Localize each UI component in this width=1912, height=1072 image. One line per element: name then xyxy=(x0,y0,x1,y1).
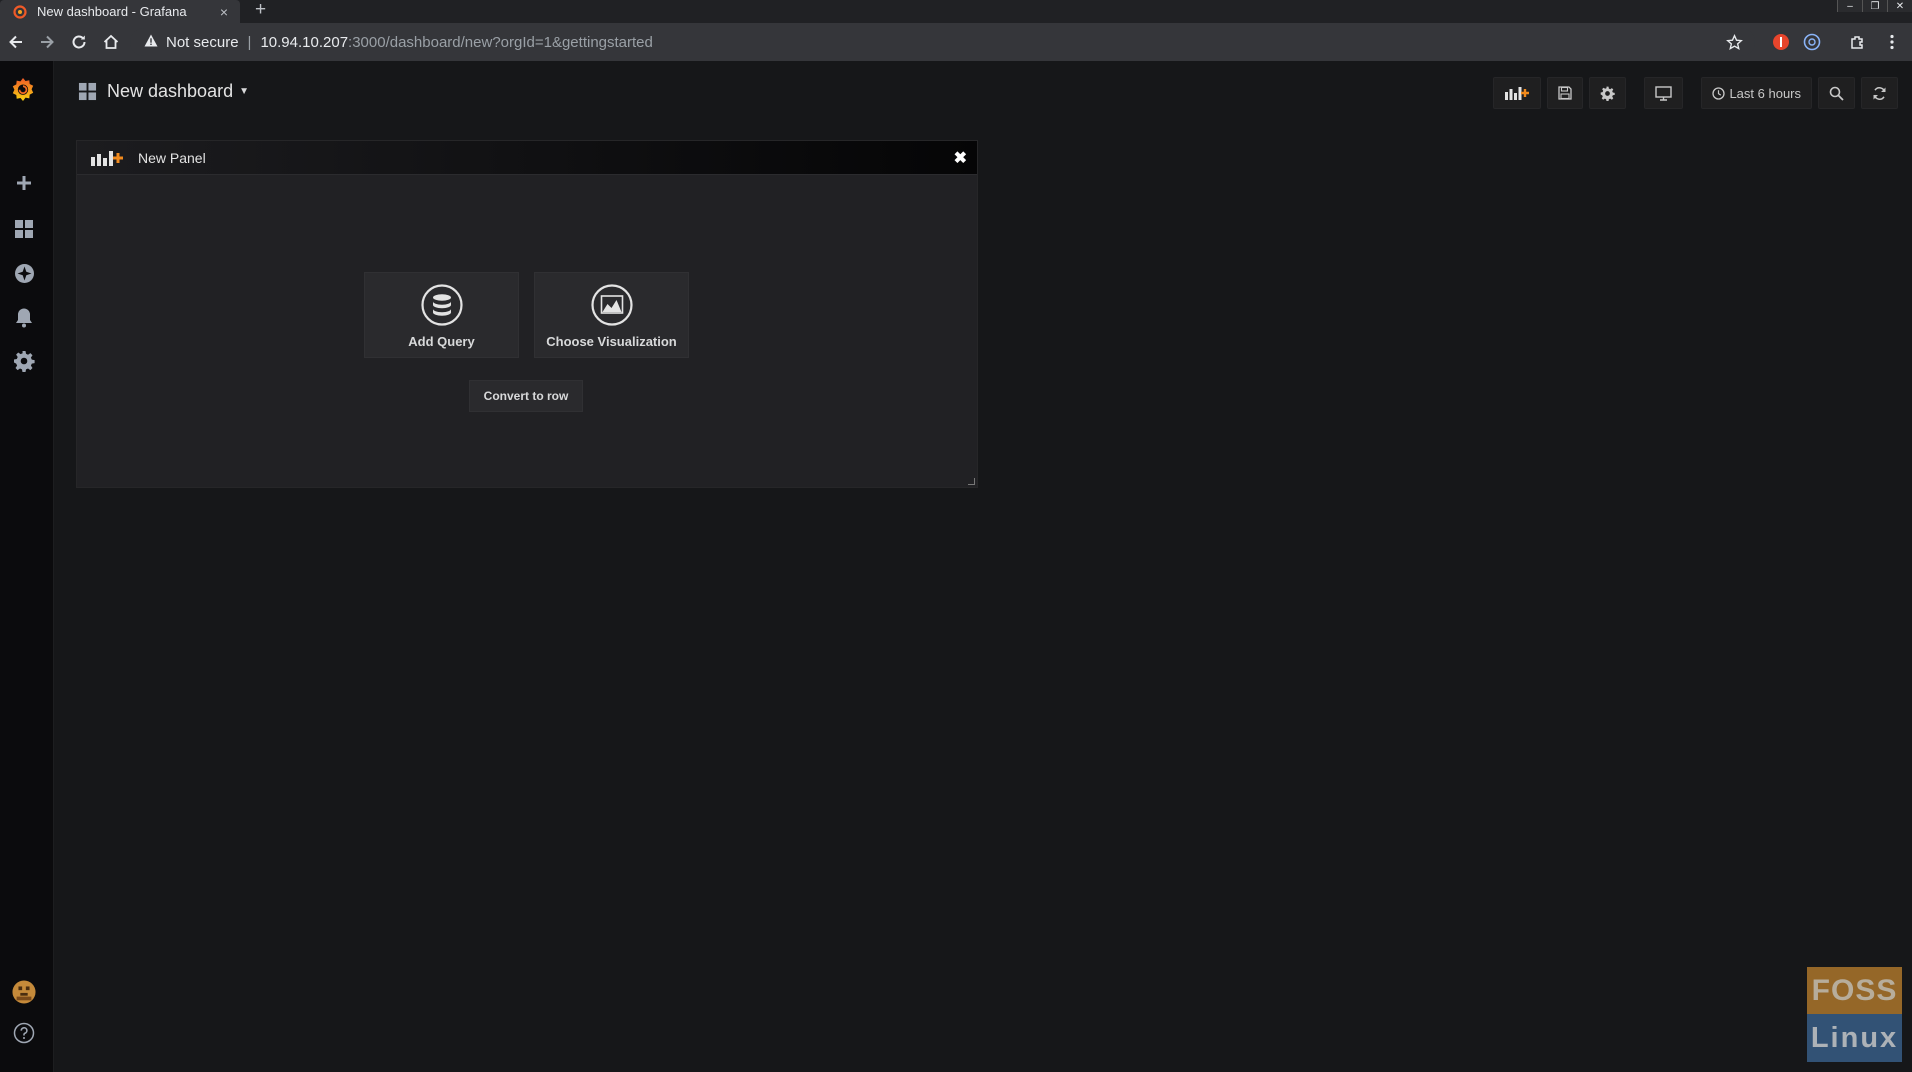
grafana-logo-icon[interactable] xyxy=(8,75,38,105)
create-plus-icon[interactable] xyxy=(12,171,36,195)
extension-red-shield-icon[interactable] xyxy=(1772,33,1790,51)
convert-to-row-button[interactable]: Convert to row xyxy=(469,380,583,412)
extension-grammar-icon[interactable] xyxy=(1803,33,1821,51)
dashboard-title: New dashboard xyxy=(107,81,234,101)
zoom-out-button[interactable] xyxy=(1818,77,1855,109)
panel-title: New Panel xyxy=(138,149,206,166)
back-arrow-icon[interactable] xyxy=(6,32,26,52)
watermark-top: FOSS xyxy=(1807,967,1902,1014)
window-controls: – ❐ ✕ xyxy=(1837,0,1912,12)
add-panel-button[interactable] xyxy=(1493,77,1542,109)
user-avatar[interactable] xyxy=(12,980,36,1004)
database-icon xyxy=(420,284,463,326)
time-range-label: Last 6 hours xyxy=(1729,85,1801,101)
address-bar: Not secure | 10.94.10.207 :3000/dashboar… xyxy=(0,23,1912,61)
alerting-bell-icon[interactable] xyxy=(12,305,36,329)
panel-close-icon[interactable]: ✖ xyxy=(954,148,967,168)
home-icon[interactable] xyxy=(101,32,121,52)
warning-triangle-icon xyxy=(144,34,158,50)
browser-menu-kebab-icon[interactable] xyxy=(1883,33,1901,51)
add-panel-icon xyxy=(91,150,123,166)
minimize-icon[interactable]: – xyxy=(1837,0,1862,12)
dashboard-title-picker[interactable]: New dashboard ▼ xyxy=(78,81,249,102)
fosslinux-watermark-logo: FOSS Linux xyxy=(1807,967,1902,1062)
caret-down-icon: ▼ xyxy=(239,86,249,97)
refresh-icon xyxy=(1873,86,1886,100)
monitor-icon xyxy=(1655,85,1673,101)
dashboard-settings-button[interactable] xyxy=(1589,77,1627,109)
time-picker-button[interactable]: Last 6 hours xyxy=(1701,77,1812,109)
watermark-bottom: Linux xyxy=(1807,1014,1902,1062)
save-dashboard-button[interactable] xyxy=(1547,77,1584,109)
dashboard-nav-buttons: Last 6 hours xyxy=(1493,77,1898,109)
explore-compass-icon[interactable] xyxy=(12,261,36,285)
url-path: :3000/dashboard/new?orgId=1&gettingstart… xyxy=(348,33,653,51)
grafana-favicon-icon xyxy=(13,4,27,19)
restore-icon[interactable]: ❐ xyxy=(1862,0,1887,12)
help-question-icon[interactable] xyxy=(12,1021,36,1045)
url-host: 10.94.10.207 xyxy=(260,33,349,51)
configuration-gear-icon[interactable] xyxy=(12,349,36,373)
dashboards-grid-icon[interactable] xyxy=(12,217,36,241)
dashboard-top-nav: New dashboard ▼ Last 6 hours xyxy=(54,61,1912,125)
view-mode-button[interactable] xyxy=(1644,77,1684,109)
panel-header: New Panel ✖ xyxy=(77,141,977,175)
extension-puzzle-icon[interactable] xyxy=(1848,33,1866,51)
add-query-button[interactable]: Add Query xyxy=(364,272,519,358)
panel-resize-handle[interactable] xyxy=(968,478,975,485)
url-omnibox[interactable]: Not secure | 10.94.10.207 :3000/dashboar… xyxy=(130,28,1755,56)
search-magnifier-icon xyxy=(1829,86,1844,101)
close-window-icon[interactable]: ✕ xyxy=(1887,0,1912,12)
save-floppy-icon xyxy=(1558,86,1573,100)
choose-visualization-button[interactable]: Choose Visualization xyxy=(534,272,689,358)
choose-visualization-label: Choose Visualization xyxy=(546,334,677,349)
security-status-label[interactable]: Not secure xyxy=(166,34,239,51)
browser-tab-bar: New dashboard - Grafana × + – ❐ ✕ xyxy=(0,0,1912,23)
bookmark-star-icon[interactable] xyxy=(1726,33,1743,51)
side-menu xyxy=(0,61,54,1072)
clock-icon xyxy=(1712,86,1726,100)
forward-arrow-icon[interactable] xyxy=(37,32,57,52)
tab-title: New dashboard - Grafana xyxy=(37,4,187,19)
reload-icon[interactable] xyxy=(69,32,89,52)
refresh-button[interactable] xyxy=(1861,77,1898,109)
add-query-label: Add Query xyxy=(408,334,475,349)
new-panel: New Panel ✖ Add Query Choose Visualizati… xyxy=(76,140,978,488)
new-tab-icon[interactable]: + xyxy=(255,0,266,23)
browser-tab[interactable]: New dashboard - Grafana × xyxy=(0,0,240,23)
dashboard-grid-icon xyxy=(78,82,97,101)
tab-close-icon[interactable]: × xyxy=(216,4,232,20)
visualization-chart-icon xyxy=(590,284,633,326)
settings-gear-icon xyxy=(1601,86,1616,101)
omnibox-separator: | xyxy=(247,33,252,51)
add-panel-icon xyxy=(1505,87,1530,100)
